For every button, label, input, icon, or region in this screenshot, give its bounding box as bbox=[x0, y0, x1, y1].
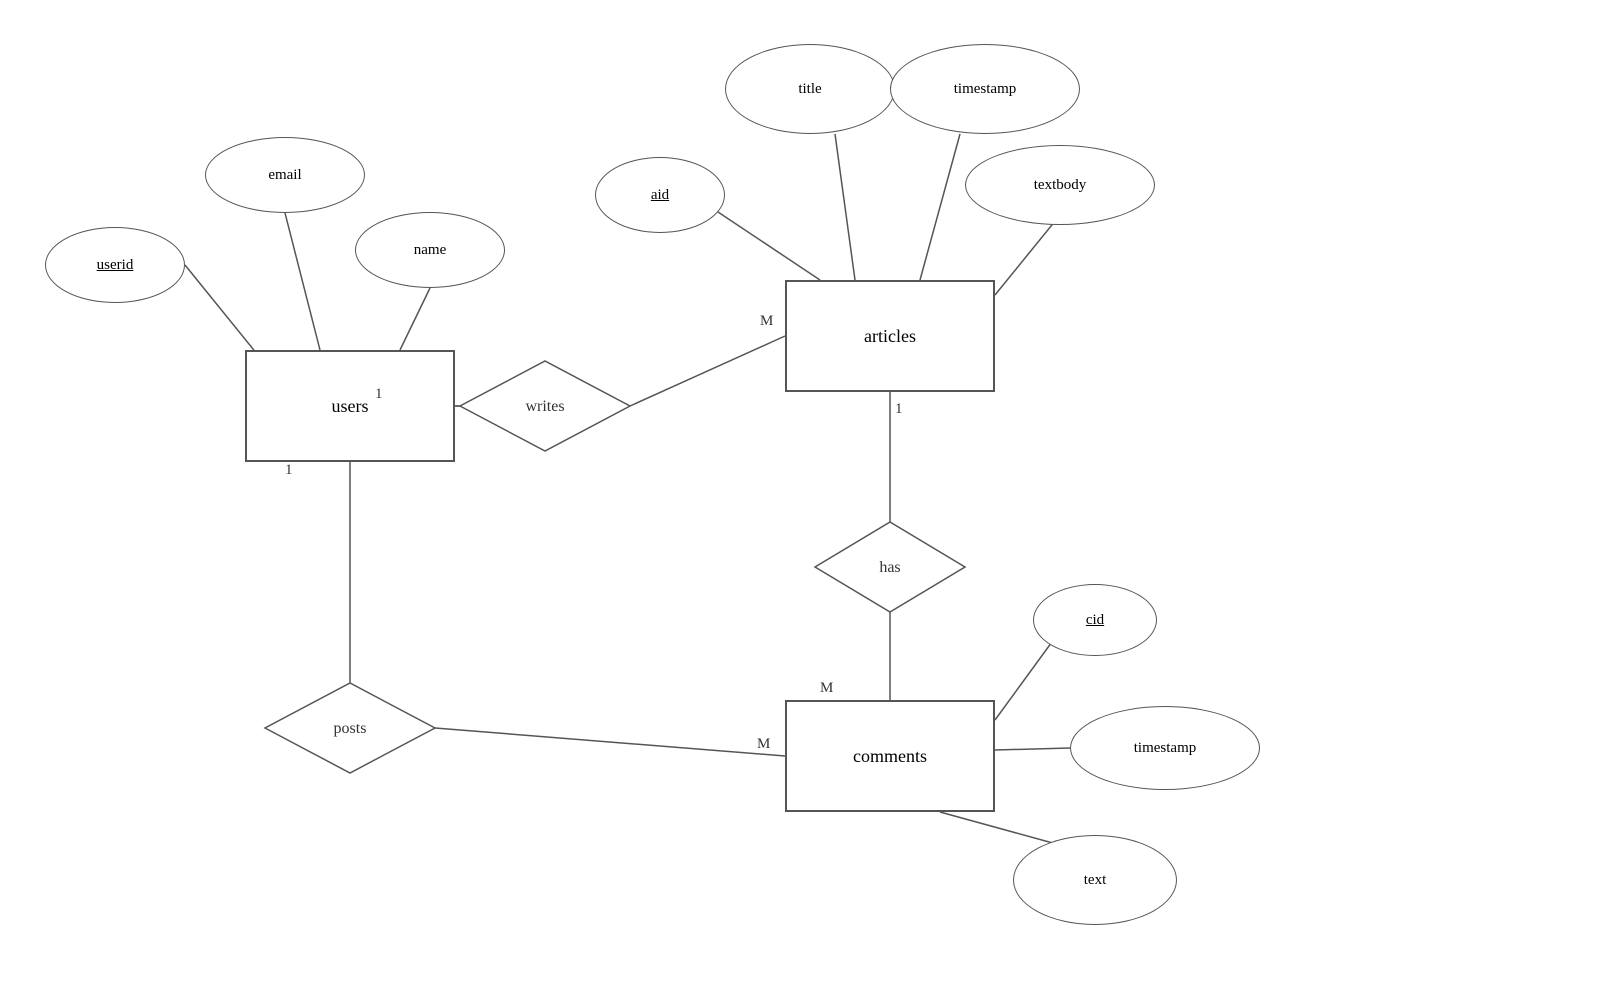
attribute-timestamp-articles: timestamp bbox=[890, 44, 1080, 134]
attribute-aid: aid bbox=[595, 157, 725, 233]
attribute-name-label: name bbox=[414, 242, 446, 259]
attribute-text-label: text bbox=[1084, 872, 1107, 889]
attribute-email-label: email bbox=[268, 167, 301, 184]
attribute-title-label: title bbox=[798, 81, 821, 98]
entity-comments: comments bbox=[785, 700, 995, 812]
entity-comments-label: comments bbox=[853, 746, 927, 767]
attribute-name: name bbox=[355, 212, 505, 288]
attribute-text: text bbox=[1013, 835, 1177, 925]
attribute-cid-label: cid bbox=[1086, 612, 1104, 629]
entity-articles: articles bbox=[785, 280, 995, 392]
attribute-textbody: textbody bbox=[965, 145, 1155, 225]
attribute-title: title bbox=[725, 44, 895, 134]
entity-users-label: users bbox=[332, 396, 369, 417]
attribute-userid-label: userid bbox=[97, 257, 134, 274]
attribute-email: email bbox=[205, 137, 365, 213]
attribute-userid: userid bbox=[45, 227, 185, 303]
er-diagram: users articles comments writes has posts… bbox=[0, 0, 1606, 998]
attribute-textbody-label: textbody bbox=[1034, 177, 1087, 194]
entity-articles-label: articles bbox=[864, 326, 916, 347]
attribute-aid-label: aid bbox=[651, 187, 669, 204]
attribute-timestamp-comments-label: timestamp bbox=[1134, 740, 1197, 757]
attribute-timestamp-comments: timestamp bbox=[1070, 706, 1260, 790]
entity-users: users bbox=[245, 350, 455, 462]
attribute-timestamp-articles-label: timestamp bbox=[954, 81, 1017, 98]
attribute-cid: cid bbox=[1033, 584, 1157, 656]
